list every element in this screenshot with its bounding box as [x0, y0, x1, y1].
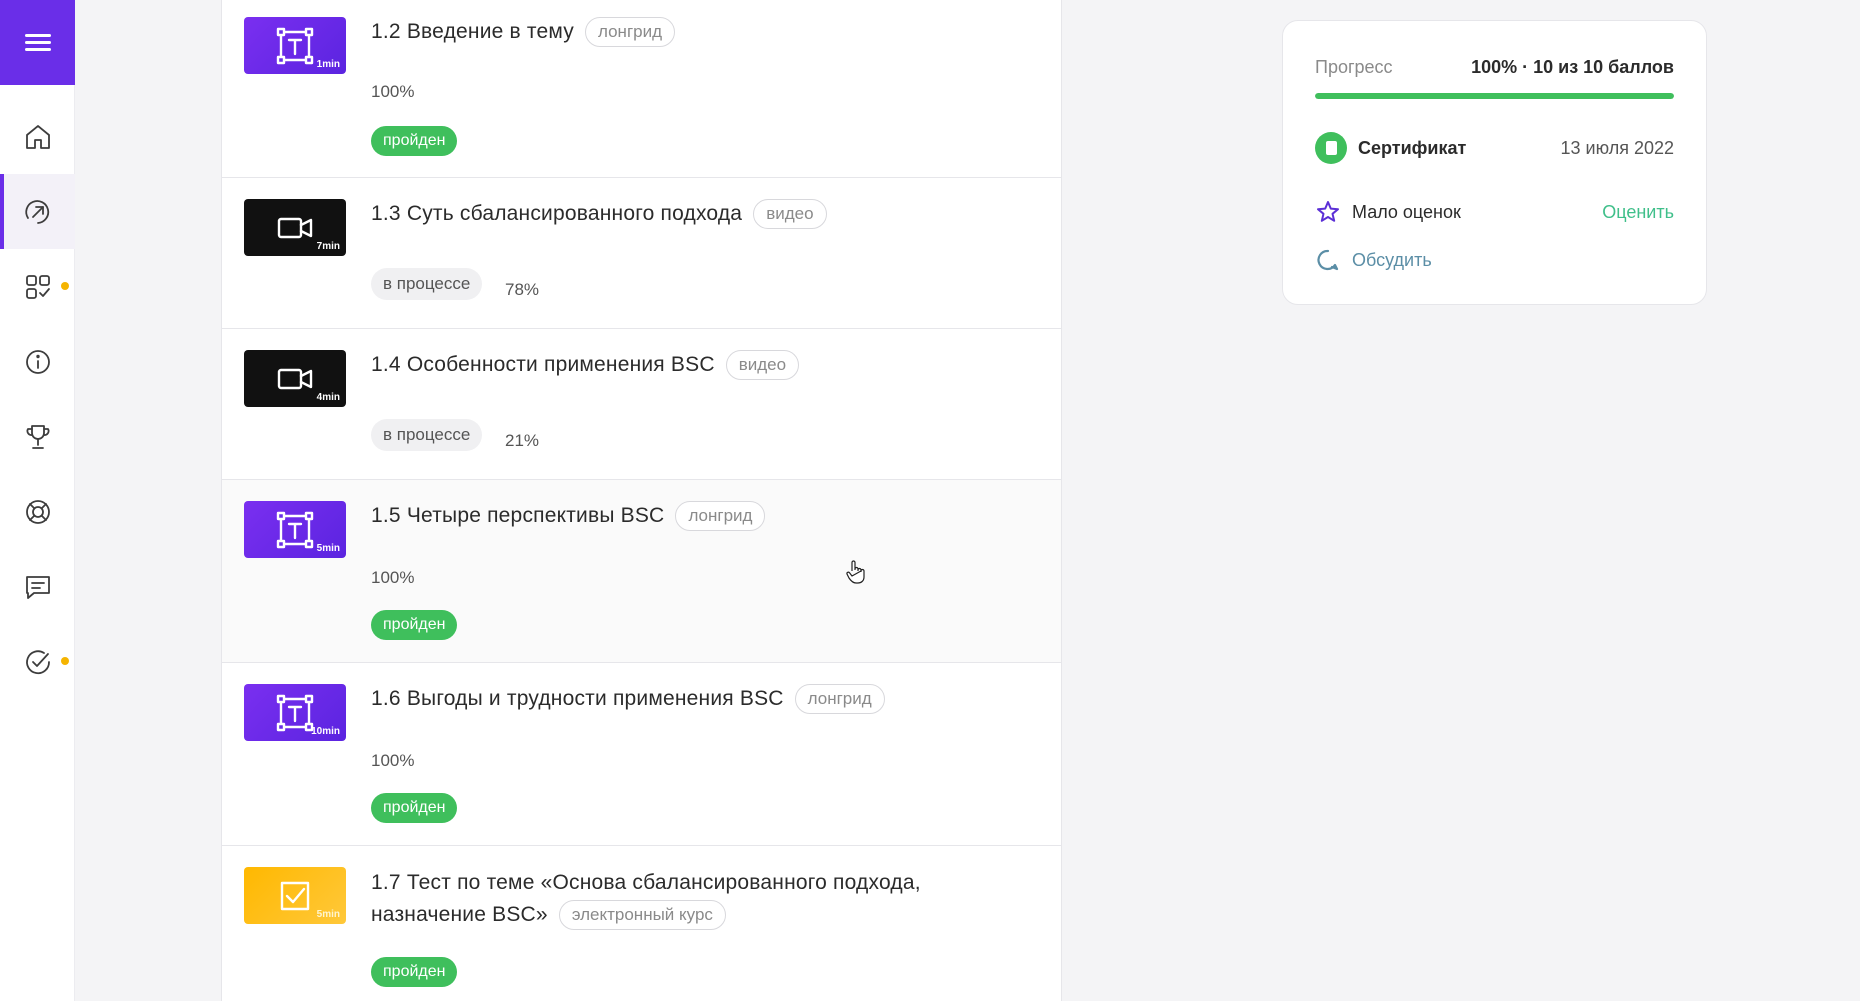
nav-messages[interactable]	[0, 549, 75, 624]
progress-bar	[1315, 93, 1674, 99]
rate-link[interactable]: Оценить	[1602, 202, 1674, 223]
lesson-title-continued: назначение BSC»	[371, 903, 548, 926]
lesson-percent: 21%	[505, 431, 540, 450]
duration-label: 4min	[316, 392, 340, 403]
checkbox-icon	[280, 881, 310, 910]
lesson-title: 1.4 Особенности применения BSC	[371, 353, 715, 376]
lesson-percent: 100%	[371, 751, 415, 770]
discuss-link[interactable]: Обсудить	[1315, 247, 1432, 273]
status-badge: пройден	[371, 126, 458, 156]
certificate-link[interactable]: Сертификат	[1315, 132, 1466, 164]
duration-label: 1min	[316, 59, 340, 70]
video-camera-icon	[277, 217, 313, 238]
progress-bar-fill	[1315, 93, 1674, 99]
lesson-thumbnail: 5min	[244, 867, 346, 924]
certificate-date: 13 июля 2022	[1560, 137, 1674, 158]
progress-label: Прогресс	[1315, 57, 1393, 77]
nav-home[interactable]	[0, 99, 75, 174]
video-camera-icon	[277, 368, 313, 389]
sidebar	[0, 0, 75, 1001]
nav-info[interactable]	[0, 324, 75, 399]
lesson-type-tag: лонгрид	[584, 17, 676, 47]
lesson-type-tag: лонгрид	[675, 501, 766, 531]
home-icon	[25, 124, 50, 149]
certificate-icon	[1315, 132, 1347, 164]
info-icon	[25, 349, 50, 374]
lesson-thumbnail: 10min	[244, 684, 346, 741]
lesson-title: 1.3 Суть сбалансированного подхода	[371, 202, 743, 225]
lesson-percent: 100%	[371, 568, 415, 587]
lesson-item[interactable]: 5min 1.5 Четыре перспективы BSC лонгрид …	[222, 480, 1061, 663]
progress-value: 100% · 10 из 10 баллов	[1471, 57, 1674, 77]
status-badge: пройден	[371, 957, 458, 987]
lesson-item[interactable]: 4min 1.4 Особенности применения BSC виде…	[222, 329, 1061, 480]
duration-label: 5min	[316, 543, 340, 554]
courses-icon	[24, 199, 49, 224]
notification-dot	[61, 657, 69, 665]
hamburger-menu-button[interactable]	[0, 0, 75, 85]
text-icon	[276, 511, 314, 548]
support-icon	[25, 499, 50, 524]
tasks-icon	[25, 649, 50, 674]
text-icon	[276, 27, 314, 64]
lesson-title: 1.6 Выгоды и трудности применения BSC	[371, 687, 784, 710]
lesson-item[interactable]: 7min 1.3 Суть сбалансированного подхода …	[222, 178, 1061, 329]
nav-courses[interactable]	[0, 174, 75, 249]
lesson-title: 1.7 Тест по теме «Основа сбалансированно…	[371, 871, 921, 894]
nav-support[interactable]	[0, 474, 75, 549]
rating-label: Мало оценок	[1352, 201, 1461, 222]
catalog-icon	[25, 274, 50, 299]
status-badge: в процессе	[371, 268, 483, 300]
lesson-item[interactable]: 10min 1.6 Выгоды и трудности применения …	[222, 663, 1061, 846]
text-icon	[276, 694, 314, 731]
lesson-list: 1min 1.2 Введение в тему лонгрид 100% пр…	[221, 0, 1062, 1001]
lesson-item[interactable]: 1min 1.2 Введение в тему лонгрид 100% пр…	[222, 0, 1061, 178]
duration-label: 10min	[311, 726, 340, 737]
lesson-type-tag: видео	[753, 199, 827, 229]
lesson-type-tag: видео	[725, 350, 800, 380]
lesson-title: 1.5 Четыре перспективы BSC	[371, 504, 665, 527]
lesson-percent: 100%	[371, 82, 415, 101]
nav-catalog[interactable]	[0, 249, 75, 324]
hand-cursor-icon	[846, 560, 865, 584]
progress-card: Прогресс 100% · 10 из 10 баллов Сертифик…	[1282, 20, 1707, 305]
speech-bubble-icon	[1317, 249, 1339, 271]
lesson-title: 1.2 Введение в тему	[371, 20, 574, 43]
lesson-thumbnail: 7min	[244, 199, 346, 256]
lesson-item[interactable]: 5min 1.7 Тест по теме «Основа сбалансиро…	[222, 846, 1061, 1001]
star-icon	[1317, 201, 1339, 222]
page-background	[75, 0, 221, 1001]
lesson-percent: 78%	[505, 280, 540, 299]
certificate-label: Сертификат	[1358, 137, 1467, 158]
discuss-label: Обсудить	[1352, 249, 1432, 270]
lesson-thumbnail: 5min	[244, 501, 346, 558]
lesson-type-tag: лонгрид	[794, 684, 885, 714]
lesson-type-tag: электронный курс	[558, 900, 726, 930]
status-badge: пройден	[371, 793, 458, 823]
lesson-thumbnail: 4min	[244, 350, 346, 407]
duration-label: 5min	[316, 909, 340, 920]
nav-tasks[interactable]	[0, 624, 75, 699]
status-badge: в процессе	[371, 419, 483, 451]
notification-dot	[61, 282, 69, 290]
nav-achievements[interactable]	[0, 399, 75, 474]
lesson-thumbnail: 1min	[244, 17, 346, 74]
status-badge: пройден	[371, 610, 458, 640]
hamburger-icon	[24, 30, 51, 55]
chat-icon	[25, 575, 50, 599]
trophy-icon	[26, 424, 49, 449]
duration-label: 7min	[316, 241, 340, 252]
